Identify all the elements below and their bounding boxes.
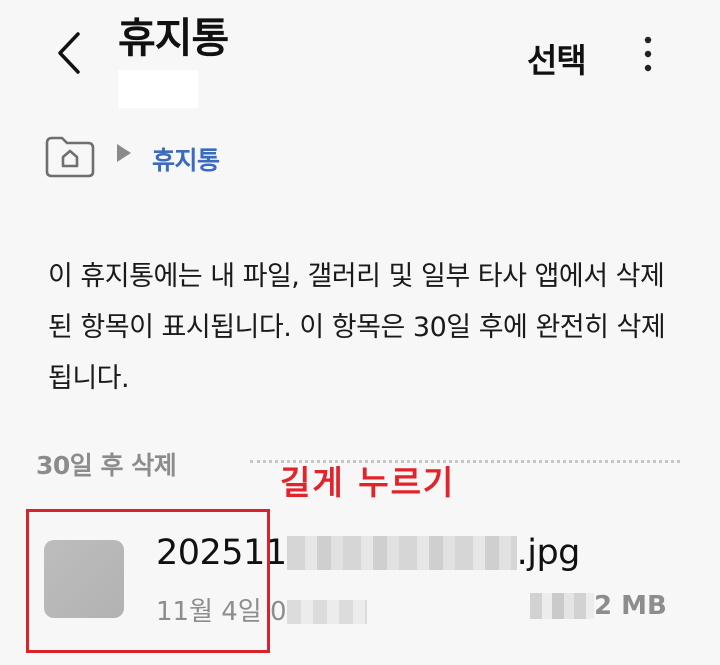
more-vertical-icon <box>644 36 652 72</box>
redacted-file-date <box>286 600 367 624</box>
file-name-suffix: .jpg <box>516 533 581 573</box>
redacted-subtitle <box>118 70 198 108</box>
more-options-button[interactable] <box>634 34 662 74</box>
back-button[interactable] <box>44 26 94 80</box>
redacted-file-size <box>530 593 594 619</box>
file-size-suffix: 2 MB <box>594 591 667 621</box>
home-folder-button[interactable] <box>44 135 96 179</box>
section-label: 30일 후 삭제 <box>36 451 177 480</box>
trash-info-text: 이 휴지통에는 내 파일, 갤러리 및 일부 타사 앱에서 삭제된 항목이 표시… <box>48 261 666 394</box>
breadcrumb-current[interactable]: 휴지통 <box>152 141 220 177</box>
chevron-left-icon <box>58 32 80 74</box>
select-button[interactable]: 선택 <box>527 34 587 82</box>
annotation-long-press-text: 길게 누르기 <box>280 463 456 502</box>
annotation-highlight-box <box>26 509 270 653</box>
file-size: 2 MB <box>530 591 667 621</box>
home-folder-icon <box>45 136 95 178</box>
page-title: 휴지통 <box>118 14 229 62</box>
redacted-file-name <box>286 536 517 570</box>
breadcrumb-separator-icon <box>117 144 131 162</box>
